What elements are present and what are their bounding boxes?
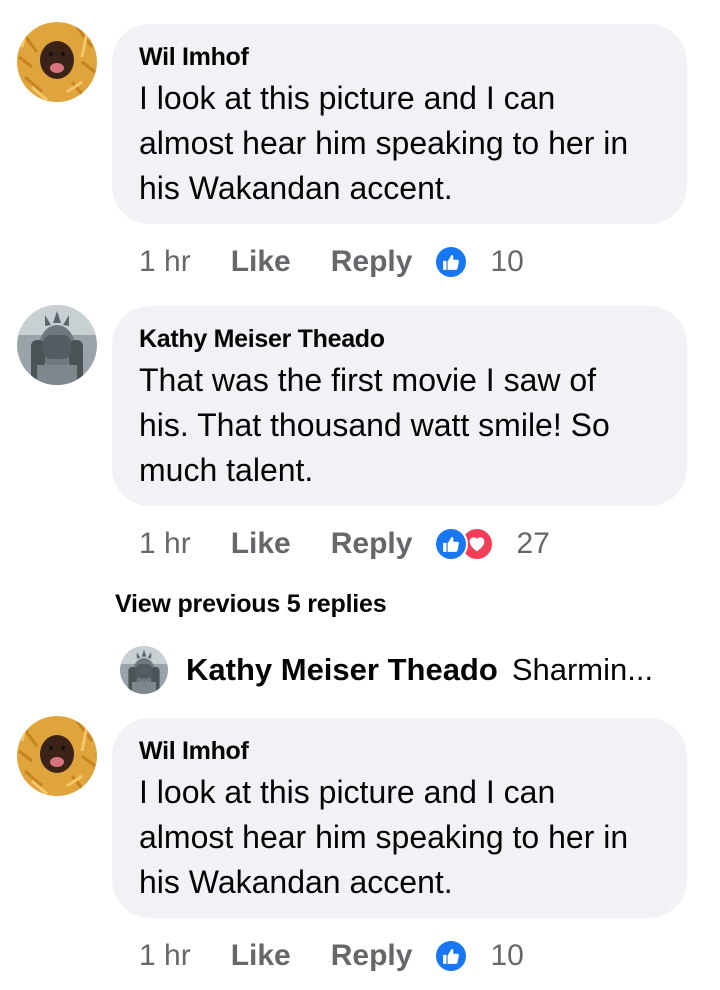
reaction-count[interactable]: 10 xyxy=(490,245,523,279)
like-icon xyxy=(434,939,469,973)
comment-text: I look at this picture and I can almost … xyxy=(139,80,629,206)
reaction-count[interactable]: 10 xyxy=(490,939,523,973)
avatar-statue-image xyxy=(17,305,97,385)
comment-time[interactable]: 1 hr xyxy=(139,527,191,561)
comment-author[interactable]: Wil Imhof xyxy=(139,42,661,72)
like-icon xyxy=(434,527,469,561)
avatar-statue-image xyxy=(120,646,168,694)
avatar[interactable] xyxy=(17,22,97,102)
reaction-count[interactable]: 27 xyxy=(516,527,549,561)
comment-bubble: Wil Imhof I look at this picture and I c… xyxy=(112,718,687,918)
avatar[interactable] xyxy=(17,305,97,385)
comment-text: I look at this picture and I can almost … xyxy=(139,774,629,900)
comment-bubble: Kathy Meiser Theado That was the first m… xyxy=(112,306,687,506)
comment-author[interactable]: Kathy Meiser Theado xyxy=(139,324,661,354)
comment-actions: 1 hr Like Reply 10 xyxy=(139,242,524,282)
comment-bubble: Wil Imhof I look at this picture and I c… xyxy=(112,24,687,224)
view-previous-replies-link[interactable]: View previous 5 replies xyxy=(115,590,387,619)
comment-text: That was the first movie I saw of his. T… xyxy=(139,362,610,488)
reply-button[interactable]: Reply xyxy=(331,245,413,279)
like-button[interactable]: Like xyxy=(231,527,291,561)
comment-actions: 1 hr Like Reply 10 xyxy=(139,936,524,976)
avatar-fries-image xyxy=(17,22,97,102)
reactions[interactable] xyxy=(434,527,495,561)
reply-snippet[interactable]: Sharmin... xyxy=(512,652,653,688)
collapsed-reply[interactable]: Kathy Meiser Theado Sharmin... xyxy=(120,645,653,695)
avatar[interactable] xyxy=(17,716,97,796)
reply-author[interactable]: Kathy Meiser Theado xyxy=(186,652,498,688)
avatar-fries-image xyxy=(17,716,97,796)
like-button[interactable]: Like xyxy=(231,245,291,279)
reply-button[interactable]: Reply xyxy=(331,939,413,973)
comment-time[interactable]: 1 hr xyxy=(139,245,191,279)
comment-time[interactable]: 1 hr xyxy=(139,939,191,973)
comment-actions: 1 hr Like Reply 27 xyxy=(139,524,550,564)
reply-button[interactable]: Reply xyxy=(331,527,413,561)
like-icon xyxy=(434,245,469,279)
reactions[interactable] xyxy=(434,245,469,279)
like-button[interactable]: Like xyxy=(231,939,291,973)
comment-author[interactable]: Wil Imhof xyxy=(139,736,661,766)
avatar[interactable] xyxy=(120,646,168,694)
reactions[interactable] xyxy=(434,939,469,973)
